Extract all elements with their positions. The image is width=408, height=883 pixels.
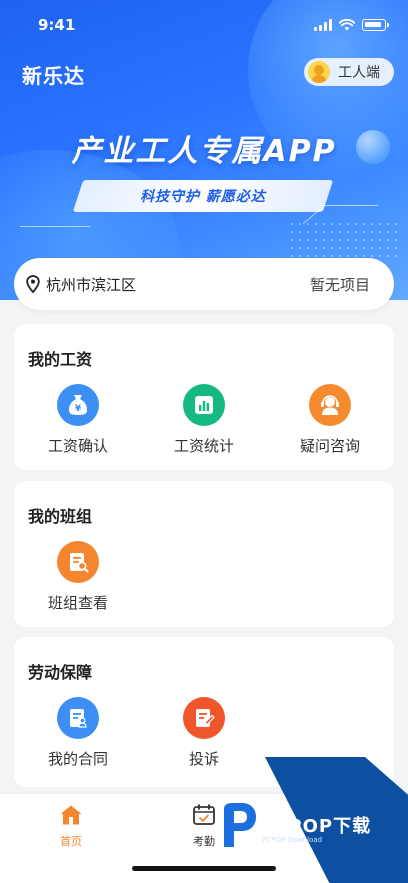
- wage-confirm-label: 工资确认: [47, 437, 108, 455]
- location-pin-icon: [26, 275, 40, 293]
- my-contract-label: 我的合同: [47, 750, 108, 768]
- inquiry-label: 疑问咨询: [299, 437, 360, 455]
- location-bar[interactable]: 杭州市滨江区 暂无项目: [14, 258, 394, 310]
- wage-confirm-button[interactable]: ¥ 工资确认: [28, 384, 128, 456]
- home-icon: [60, 805, 82, 825]
- banner-slogan: 产业工人专属APP: [71, 134, 337, 169]
- role-label: 工人端: [338, 65, 380, 81]
- my-contract-button[interactable]: 我的合同: [28, 697, 128, 769]
- headset-icon: [309, 384, 351, 426]
- location-text: 杭州市滨江区: [46, 275, 137, 294]
- decor-line: [20, 226, 90, 227]
- app-title: 新乐达: [22, 64, 85, 88]
- contract-icon: [57, 697, 99, 739]
- complaint-button[interactable]: 投诉: [154, 697, 254, 769]
- wages-section: 我的工资 ¥ 工资确认 工资统计 疑问咨询: [14, 324, 394, 470]
- watermark-sub: PCPOP Download: [262, 836, 323, 844]
- section-title-wages: 我的工资: [28, 350, 93, 369]
- tab-home-label: 首页: [60, 835, 82, 848]
- bar-chart-icon: [183, 384, 225, 426]
- wage-stats-label: 工资统计: [173, 437, 234, 455]
- calendar-check-icon: [193, 804, 215, 825]
- status-bar: 9:41: [0, 14, 408, 38]
- status-time: 9:41: [38, 16, 76, 34]
- wage-stats-button[interactable]: 工资统计: [154, 384, 254, 456]
- money-bag-icon: ¥: [57, 384, 99, 426]
- team-section: 我的班组 班组查看: [14, 481, 394, 627]
- status-icons: [314, 19, 389, 31]
- home-indicator: [132, 866, 276, 871]
- section-title-team: 我的班组: [28, 507, 93, 526]
- project-status[interactable]: 暂无项目: [310, 274, 370, 295]
- battery-icon: [362, 19, 389, 31]
- team-view-label: 班组查看: [47, 594, 108, 612]
- team-view-button[interactable]: 班组查看: [28, 541, 128, 613]
- section-title-labor: 劳动保障: [28, 663, 93, 682]
- tab-home[interactable]: 首页: [31, 804, 111, 849]
- team-search-icon: [57, 541, 99, 583]
- banner-tagline: 科技守护 薪愿必达: [140, 189, 266, 205]
- svg-text:¥: ¥: [75, 404, 82, 414]
- role-switch-button[interactable]: 工人端: [304, 58, 394, 86]
- pcpop-logo-icon: [224, 803, 256, 847]
- watermark-brand: PCPOP下载: [260, 816, 372, 837]
- complaint-icon: [183, 697, 225, 739]
- worker-avatar-icon: [308, 61, 330, 83]
- inquiry-button[interactable]: 疑问咨询: [280, 384, 380, 456]
- signal-icon: [314, 19, 332, 31]
- complaint-label: 投诉: [188, 750, 219, 768]
- wifi-icon: [339, 19, 355, 31]
- decor-dots: [288, 220, 398, 260]
